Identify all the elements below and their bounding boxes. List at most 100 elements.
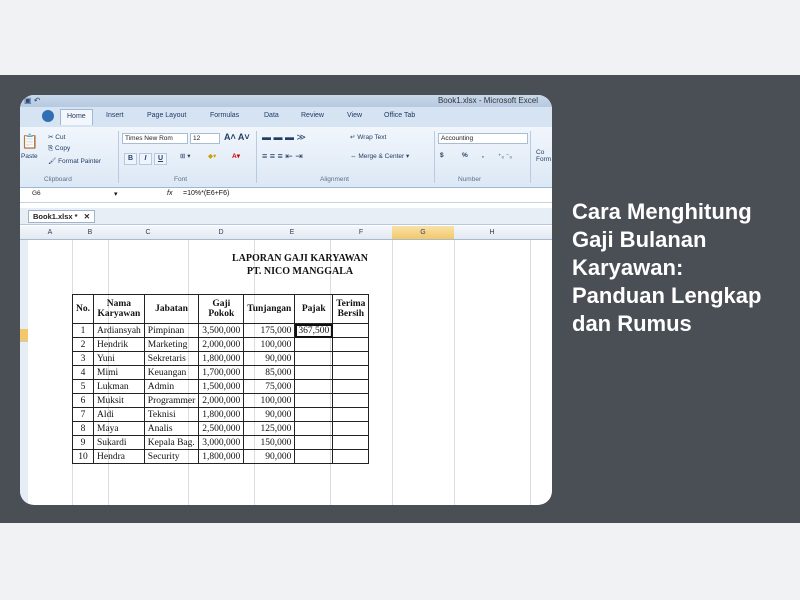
wrap-text-button[interactable]: ↵ Wrap Text (350, 133, 386, 141)
column-header-a[interactable]: A (28, 226, 73, 240)
grow-font-icon[interactable]: A˄ A˅ (224, 132, 250, 142)
column-header-partial[interactable] (530, 226, 552, 240)
cell-no[interactable]: 4 (72, 365, 94, 380)
cell-jabatan[interactable]: Teknisi (143, 407, 200, 422)
cell-gaji-pokok[interactable]: 2,500,000 (198, 421, 245, 436)
cell-nama[interactable]: Mimi (93, 365, 145, 380)
cell-jabatan[interactable]: Security (143, 449, 200, 464)
cell-nama[interactable]: Yuni (93, 351, 145, 366)
header-terima-bersih[interactable]: Terima Bersih (332, 294, 370, 324)
cell-gaji-pokok[interactable]: 3,000,000 (198, 435, 245, 450)
cell-tunjangan[interactable]: 100,000 (243, 337, 296, 352)
cell-terima-bersih[interactable] (332, 393, 370, 408)
cell-jabatan[interactable]: Analis (143, 421, 200, 436)
font-color-icon[interactable]: A▾ (232, 152, 240, 160)
font-name-select[interactable]: Times New Rom (122, 133, 188, 144)
cell-jabatan[interactable]: Pimpinan (143, 323, 200, 338)
cell-pajak[interactable] (294, 407, 334, 422)
currency-button[interactable]: $ (440, 152, 444, 159)
fill-color-icon[interactable]: ◆▾ (208, 152, 216, 160)
copy-button[interactable]: ⎘ Copy (48, 145, 70, 153)
cell-terima-bersih[interactable] (332, 337, 370, 352)
decimal-icons[interactable]: ⁺₀ ⁻₀ (498, 152, 512, 160)
header-no[interactable]: No. (72, 294, 94, 324)
italic-button[interactable]: I (139, 153, 152, 165)
format-painter-button[interactable]: 🖌 Format Painter (48, 157, 101, 165)
cell-tunjangan[interactable]: 175,000 (243, 323, 296, 338)
underline-button[interactable]: U (154, 153, 167, 165)
cell-jabatan[interactable]: Marketing (143, 337, 200, 352)
cell-no[interactable]: 3 (72, 351, 94, 366)
header-pajak[interactable]: Pajak (294, 294, 334, 324)
percent-button[interactable]: % (462, 152, 468, 159)
cell-gaji-pokok[interactable]: 1,800,000 (198, 351, 245, 366)
formula-input[interactable]: =10%*(E6+F6) (183, 190, 229, 197)
cell-terima-bersih[interactable] (332, 323, 370, 338)
column-header-f[interactable]: F (330, 226, 393, 240)
cell-gaji-pokok[interactable]: 1,800,000 (198, 449, 245, 464)
cell-gaji-pokok[interactable]: 1,800,000 (198, 407, 245, 422)
tab-office-tab[interactable]: Office Tab (384, 112, 415, 119)
cell-nama[interactable]: Muksit (93, 393, 145, 408)
dropdown-icon[interactable]: ▾ (114, 190, 118, 198)
number-format-select[interactable]: Accounting (438, 133, 528, 144)
styles-button-partial[interactable]: Co Form (536, 149, 551, 163)
column-header-h[interactable]: H (454, 226, 531, 240)
tab-page-layout[interactable]: Page Layout (147, 112, 186, 119)
font-size-select[interactable]: 12 (190, 133, 220, 144)
header-jabatan[interactable]: Jabatan (143, 294, 200, 324)
cell-tunjangan[interactable]: 85,000 (243, 365, 296, 380)
column-header-b[interactable]: B (72, 226, 109, 240)
cell-tunjangan[interactable]: 100,000 (243, 393, 296, 408)
cell-no[interactable]: 6 (72, 393, 94, 408)
cell-tunjangan[interactable]: 90,000 (243, 407, 296, 422)
cell-pajak[interactable] (294, 421, 334, 436)
cell-gaji-pokok[interactable]: 3,500,000 (198, 323, 245, 338)
cell-pajak[interactable] (294, 393, 334, 408)
cell-no[interactable]: 2 (72, 337, 94, 352)
cell-terima-bersih[interactable] (332, 435, 370, 450)
cell-tunjangan[interactable]: 150,000 (243, 435, 296, 450)
cell-nama[interactable]: Lukman (93, 379, 145, 394)
column-header-d[interactable]: D (188, 226, 255, 240)
comma-button[interactable]: , (482, 152, 484, 159)
cell-pajak[interactable]: 367,500 (294, 323, 334, 338)
header-tunjangan[interactable]: Tunjangan (243, 294, 296, 324)
cell-terima-bersih[interactable] (332, 379, 370, 394)
cell-tunjangan[interactable]: 90,000 (243, 449, 296, 464)
cell-no[interactable]: 9 (72, 435, 94, 450)
paste-icon[interactable]: 📋 (21, 133, 38, 150)
cell-jabatan[interactable]: Sekretaris (143, 351, 200, 366)
cell-gaji-pokok[interactable]: 1,500,000 (198, 379, 245, 394)
cut-button[interactable]: ✂ Cut (48, 133, 65, 141)
cell-terima-bersih[interactable] (332, 421, 370, 436)
row-header-selected[interactable] (20, 329, 28, 342)
vertical-align-icons[interactable]: ▬ ▬ ▬ ≫ (262, 132, 306, 143)
cell-gaji-pokok[interactable]: 1,700,000 (198, 365, 245, 380)
cell-nama[interactable]: Ardiansyah (93, 323, 145, 338)
cell-jabatan[interactable]: Programmer (143, 393, 200, 408)
cell-jabatan[interactable]: Kepala Bag. (143, 435, 200, 450)
cell-nama[interactable]: Hendra (93, 449, 145, 464)
cell-nama[interactable]: Maya (93, 421, 145, 436)
cell-no[interactable]: 8 (72, 421, 94, 436)
cell-pajak[interactable] (294, 435, 334, 450)
cell-pajak[interactable] (294, 351, 334, 366)
paste-button[interactable]: Paste (21, 153, 38, 160)
borders-icon[interactable]: ⊞ ▾ (180, 152, 191, 160)
cell-no[interactable]: 5 (72, 379, 94, 394)
cell-terima-bersih[interactable] (332, 365, 370, 380)
column-header-c[interactable]: C (108, 226, 189, 240)
cell-gaji-pokok[interactable]: 2,000,000 (198, 337, 245, 352)
header-nama-karyawan[interactable]: Nama Karyawan (93, 294, 145, 324)
cell-pajak[interactable] (294, 379, 334, 394)
cell-terima-bersih[interactable] (332, 449, 370, 464)
cell-no[interactable]: 10 (72, 449, 94, 464)
cell-terima-bersih[interactable] (332, 351, 370, 366)
tab-insert[interactable]: Insert (106, 112, 124, 119)
cell-terima-bersih[interactable] (332, 407, 370, 422)
cell-no[interactable]: 7 (72, 407, 94, 422)
cell-no[interactable]: 1 (72, 323, 94, 338)
cell-pajak[interactable] (294, 337, 334, 352)
merge-center-button[interactable]: ⇔ Merge & Center ▾ (350, 152, 409, 160)
